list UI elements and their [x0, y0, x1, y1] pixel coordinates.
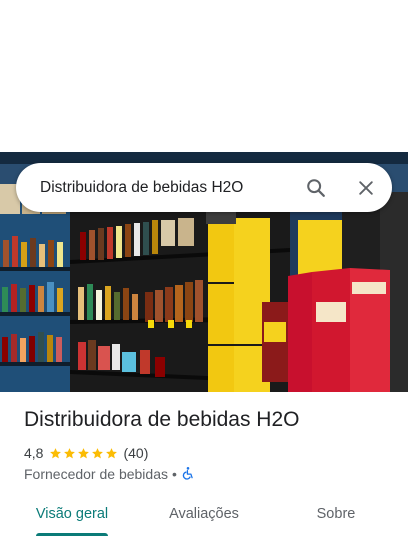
search-icon-glyph	[307, 179, 325, 197]
close-icon[interactable]	[352, 174, 380, 202]
search-bar[interactable]: Distribuidora de bebidas H2O	[16, 163, 392, 212]
rating-value: 4,8	[24, 445, 44, 461]
search-icon[interactable]	[302, 174, 330, 202]
map-blank-area	[0, 0, 408, 152]
star-icon	[50, 447, 62, 458]
tab-reviews[interactable]: Avaliações	[156, 495, 252, 535]
star-icon	[78, 447, 90, 458]
star-icon	[106, 447, 118, 458]
wheelchair-icon-glyph	[182, 466, 193, 480]
rating-row[interactable]: 4,8 (40)	[24, 443, 148, 463]
category-row: Fornecedor de bebidas •	[24, 464, 195, 484]
separator-dot: •	[172, 466, 177, 482]
review-count[interactable]: (40)	[123, 445, 148, 461]
tab-about[interactable]: Sobre	[296, 495, 376, 535]
search-query-text[interactable]: Distribuidora de bebidas H2O	[40, 163, 243, 212]
star-icon	[64, 447, 76, 458]
active-tab-indicator	[36, 533, 108, 536]
tab-overview[interactable]: Visão geral	[24, 495, 120, 535]
close-icon-glyph	[359, 181, 373, 195]
star-rating	[49, 447, 119, 460]
wheelchair-icon	[181, 466, 195, 483]
star-icon	[92, 447, 104, 458]
place-tabs: Visão geral Avaliações Sobre	[0, 495, 408, 544]
place-category: Fornecedor de bebidas	[24, 466, 168, 482]
place-title: Distribuidora de bebidas H2O	[24, 408, 300, 431]
